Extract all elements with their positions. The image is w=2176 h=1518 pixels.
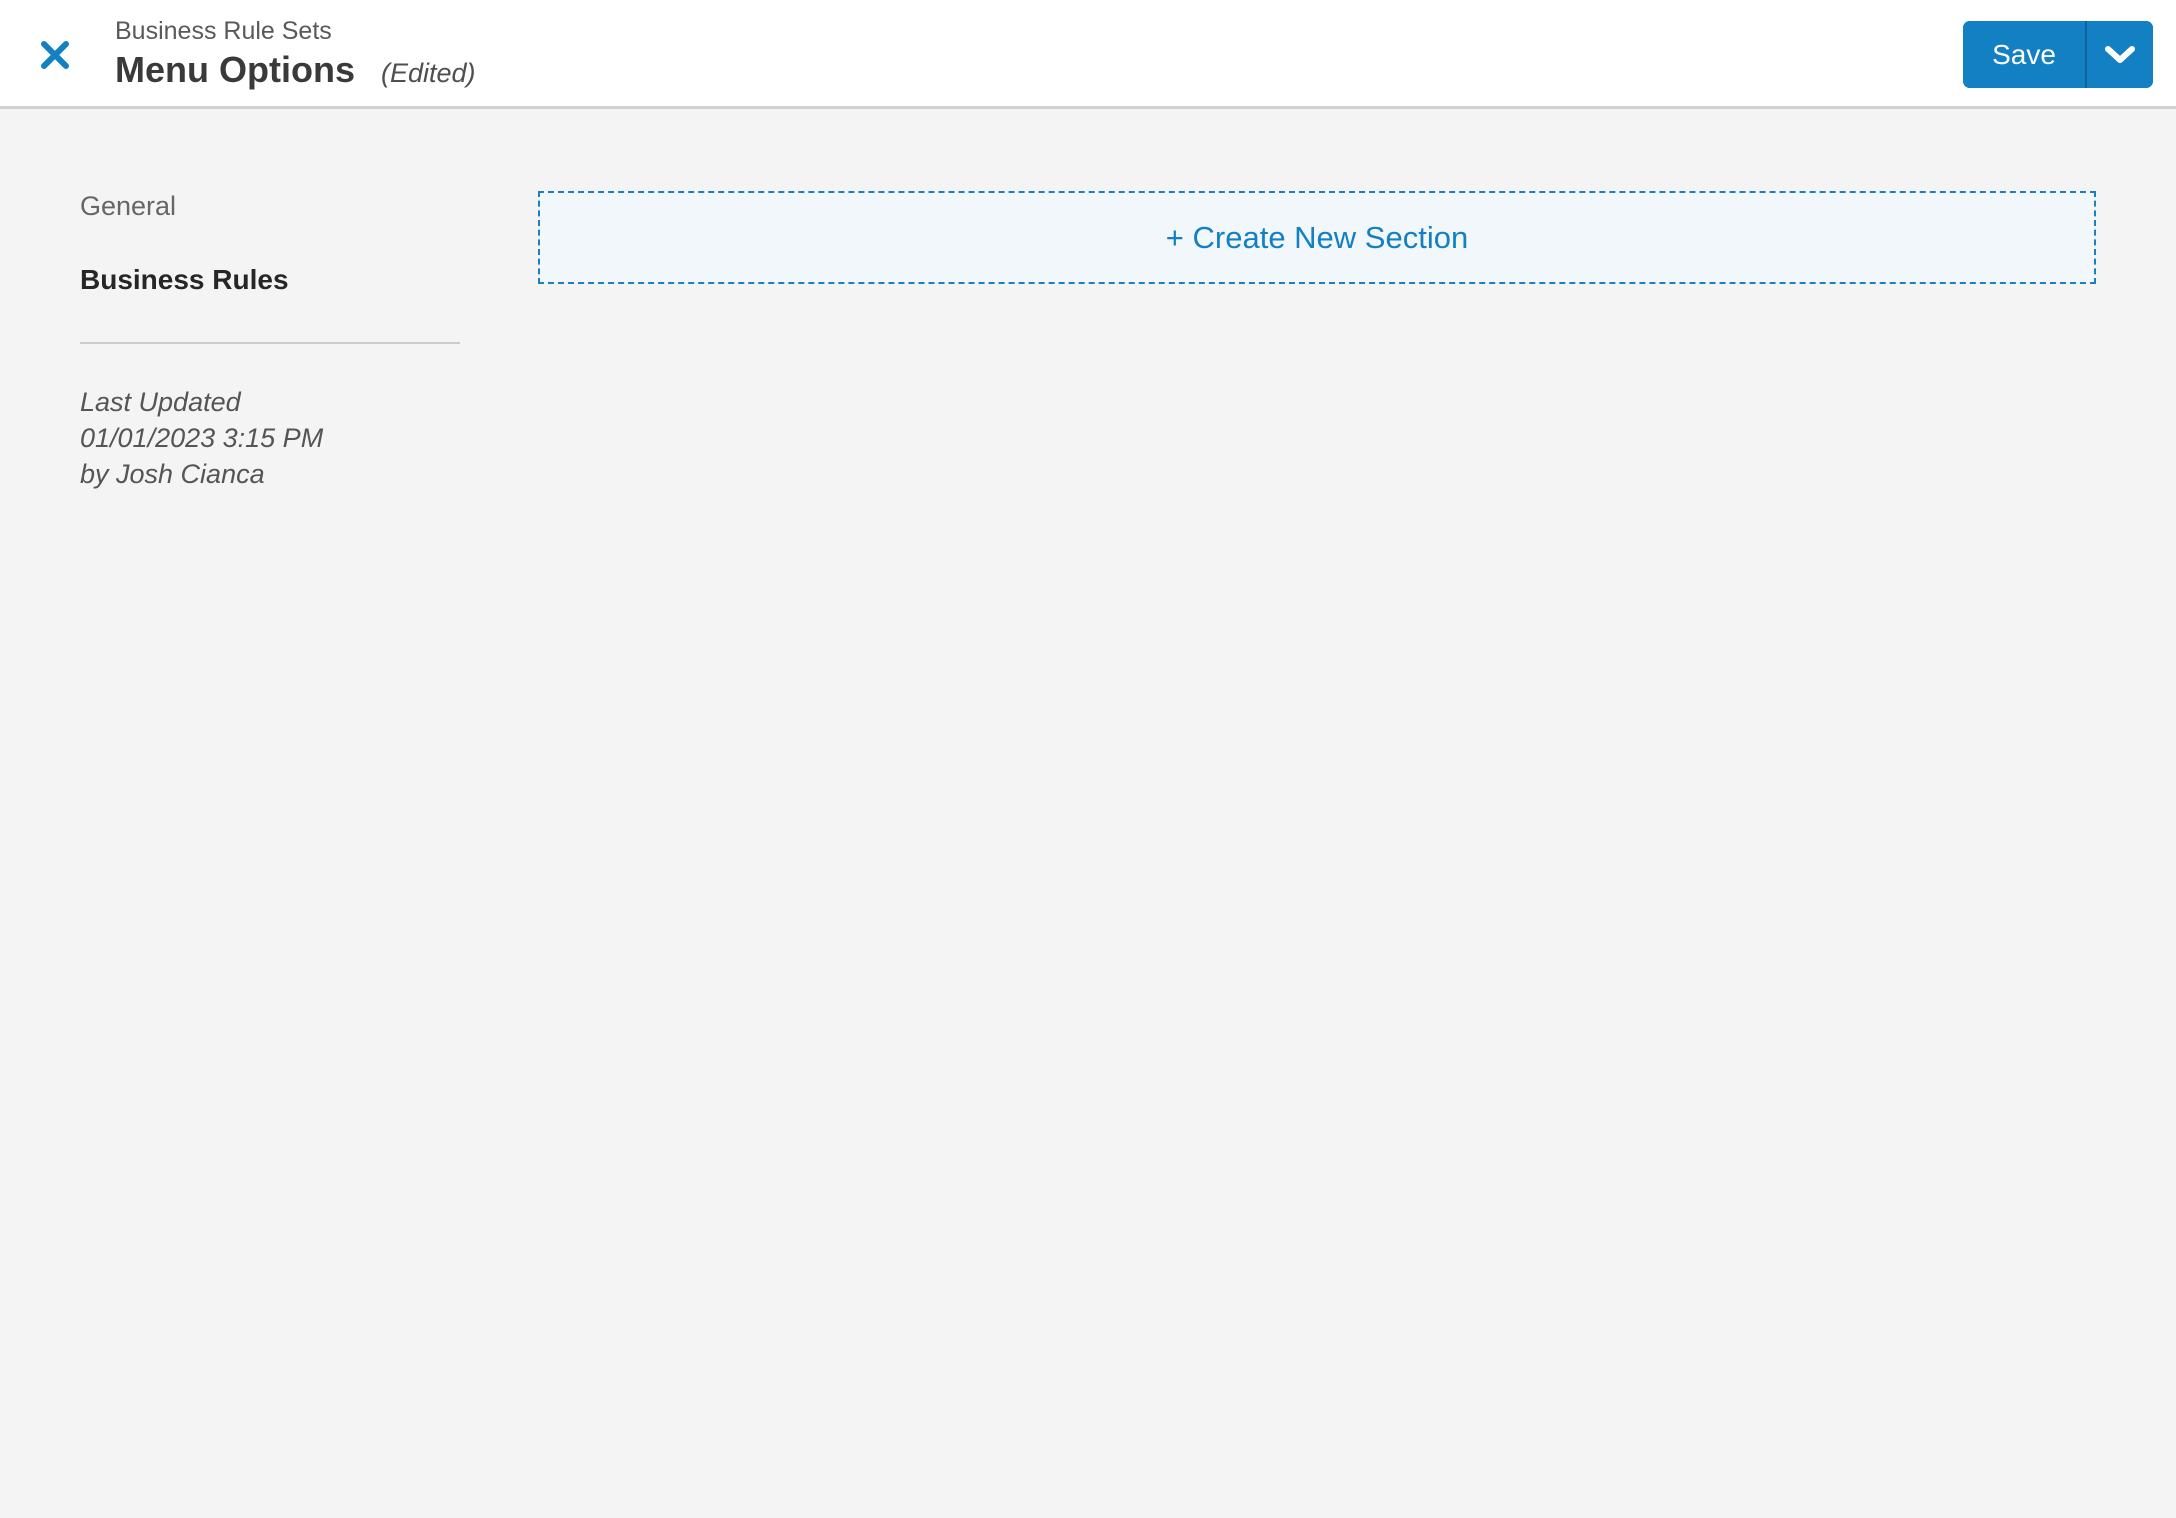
sidebar: General Business Rules Last Updated 01/0… [80, 190, 460, 492]
create-new-section-label: + Create New Section [1165, 219, 1469, 255]
save-split-button: Save [1963, 21, 2153, 88]
close-icon [40, 40, 70, 70]
sidebar-item-business-rules[interactable]: Business Rules [80, 264, 460, 296]
last-updated-timestamp: 01/01/2023 3:15 PM [80, 423, 324, 453]
breadcrumb: Business Rule Sets [115, 17, 332, 45]
page: Business Rule Sets Menu Options (Edited)… [0, 0, 2176, 1518]
last-updated-author: by Josh Cianca [80, 459, 265, 489]
create-new-section-button[interactable]: + Create New Section [538, 191, 2096, 284]
header: Business Rule Sets Menu Options (Edited)… [0, 0, 2176, 109]
page-title: Menu Options [115, 49, 355, 90]
title-row: Menu Options (Edited) [115, 48, 476, 92]
close-button[interactable] [32, 32, 78, 78]
sidebar-item-general[interactable]: General [80, 190, 460, 222]
chevron-down-icon [2104, 45, 2136, 65]
edited-badge: (Edited) [380, 58, 476, 88]
sidebar-divider [80, 342, 460, 344]
save-dropdown-button[interactable] [2085, 21, 2153, 88]
title-block: Business Rule Sets Menu Options (Edited) [115, 16, 476, 92]
last-updated-label: Last Updated [80, 387, 241, 417]
save-button[interactable]: Save [1963, 21, 2085, 88]
last-updated-meta: Last Updated 01/01/2023 3:15 PM by Josh … [80, 384, 460, 492]
